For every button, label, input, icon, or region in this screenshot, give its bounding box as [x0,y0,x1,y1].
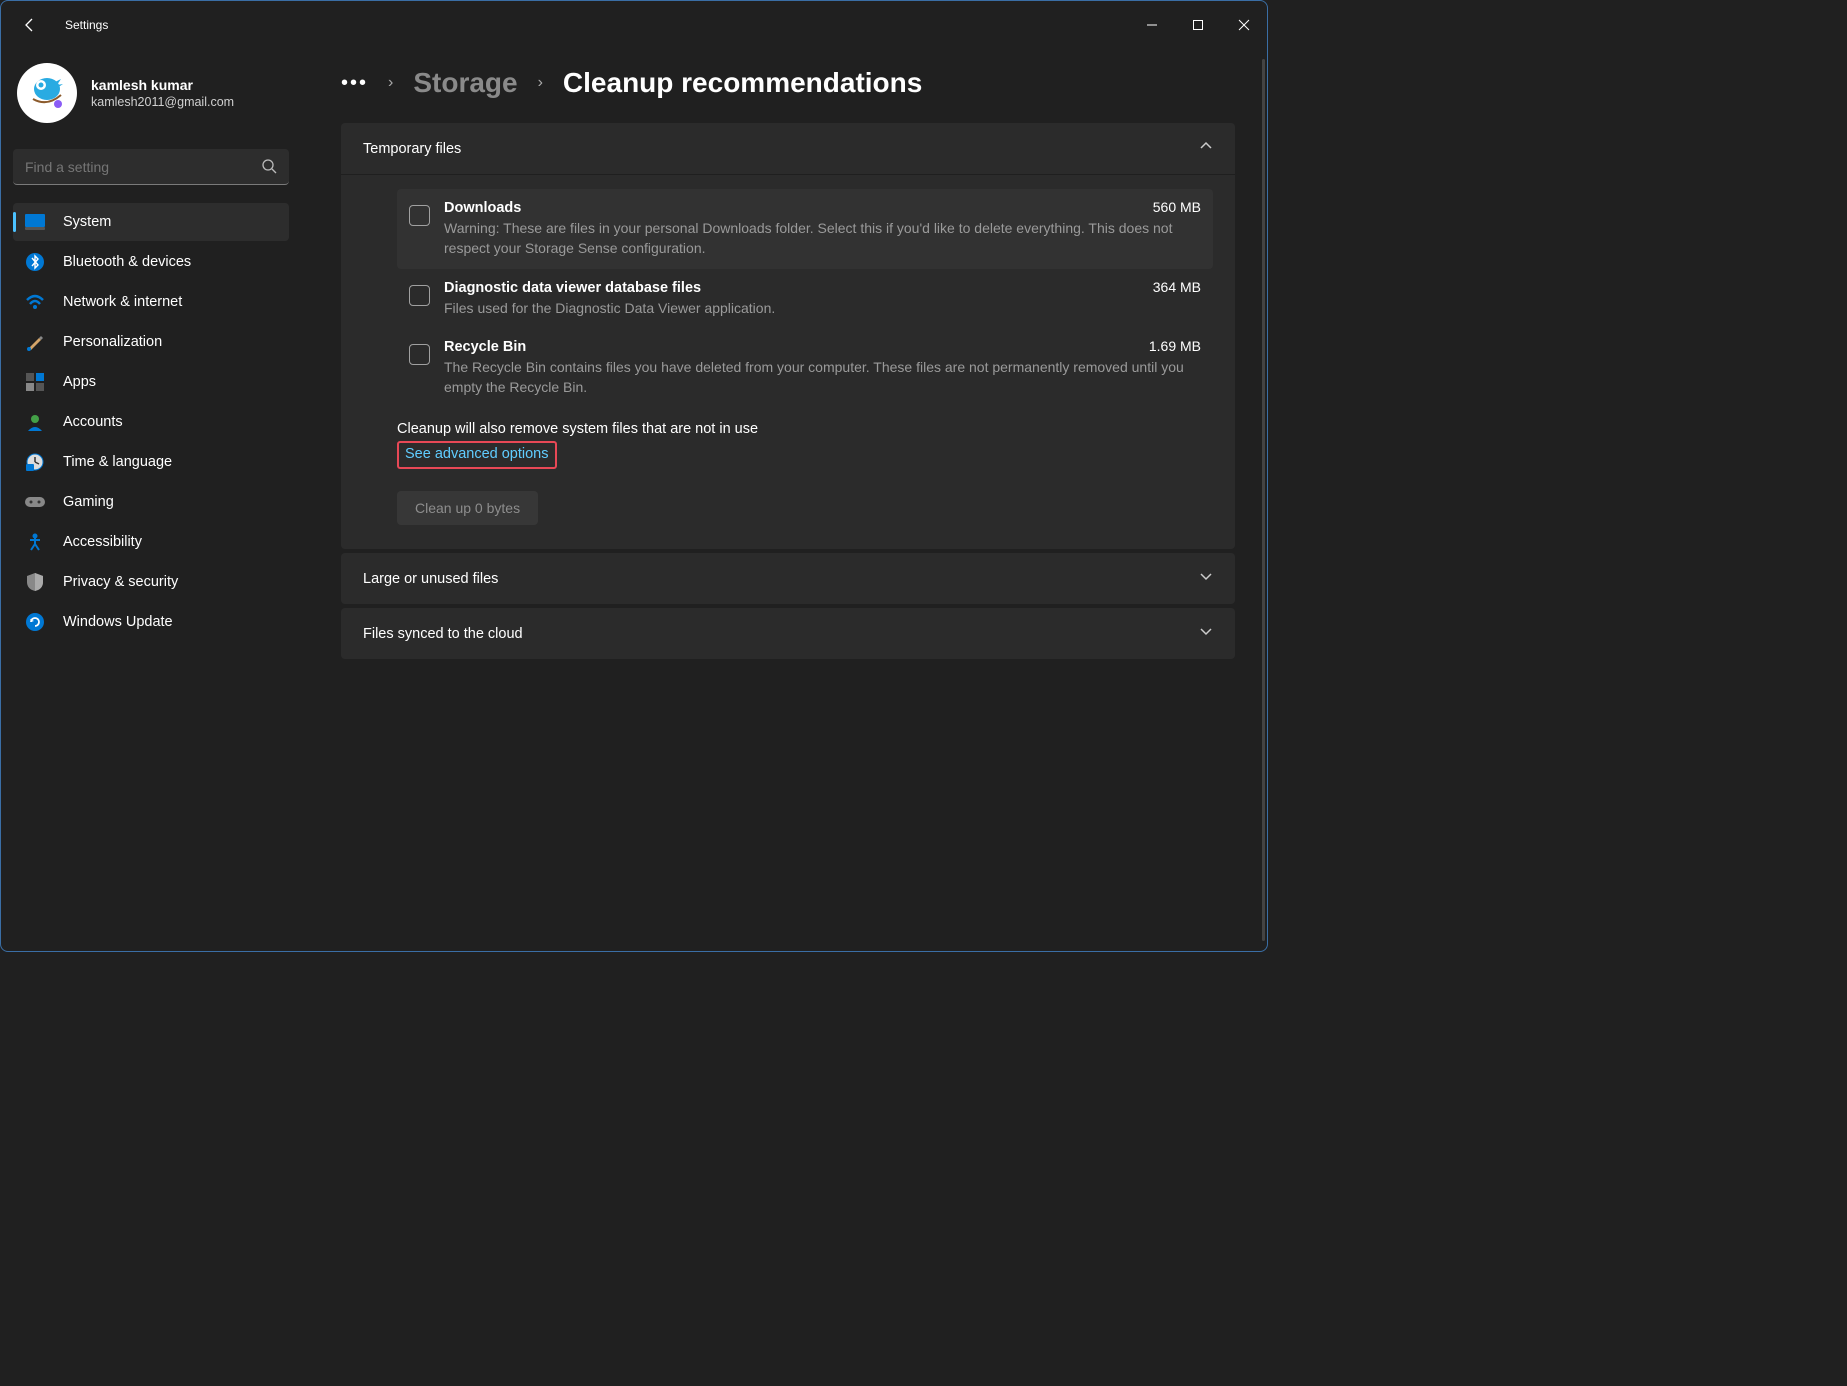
item-description: The Recycle Bin contains files you have … [444,357,1201,398]
update-icon [25,612,45,632]
panel-header-large-files[interactable]: Large or unused files [341,553,1235,604]
nav-label: System [63,214,111,230]
panel-temporary-files: Temporary files Downloads 560 MB Warning… [341,123,1235,549]
nav-label: Accessibility [63,534,142,550]
sidebar: kamlesh kumar kamlesh2011@gmail.com Syst… [1,49,301,951]
item-description: Files used for the Diagnostic Data Viewe… [444,298,1201,318]
avatar [17,63,77,123]
nav-item-accessibility[interactable]: Accessibility [13,523,289,561]
nav-label: Windows Update [63,614,173,630]
item-title: Downloads [444,200,521,216]
time-icon [25,452,45,472]
nav-label: Bluetooth & devices [63,254,191,270]
chevron-right-icon: › [538,74,543,92]
chevron-up-icon [1199,139,1213,158]
panel-title: Temporary files [363,141,461,157]
nav-item-personalization[interactable]: Personalization [13,323,289,361]
nav-item-update[interactable]: Windows Update [13,603,289,641]
nav-item-bluetooth[interactable]: Bluetooth & devices [13,243,289,281]
panel-header-temporary-files[interactable]: Temporary files [341,123,1235,175]
breadcrumb-parent[interactable]: Storage [413,67,517,99]
cleanup-note: Cleanup will also remove system files th… [397,421,1213,437]
apps-icon [25,372,45,392]
back-button[interactable] [21,16,39,34]
search-icon [261,158,277,179]
item-title: Recycle Bin [444,339,526,355]
panel-header-cloud-files[interactable]: Files synced to the cloud [341,608,1235,659]
profile-name: kamlesh kumar [91,77,234,93]
privacy-icon [25,572,45,592]
chevron-right-icon: › [388,74,393,92]
network-icon [25,292,45,312]
window-controls [1129,9,1267,41]
window-title: Settings [65,18,108,32]
panel-title: Large or unused files [363,571,498,587]
nav-label: Apps [63,374,96,390]
nav-label: Gaming [63,494,114,510]
breadcrumb-ellipsis[interactable]: ••• [341,72,368,95]
nav-label: Privacy & security [63,574,178,590]
profile-section[interactable]: kamlesh kumar kamlesh2011@gmail.com [13,57,289,141]
main-content: ••• › Storage › Cleanup recommendations … [301,49,1267,951]
chevron-down-icon [1199,569,1213,588]
nav-item-apps[interactable]: Apps [13,363,289,401]
nav-list: System Bluetooth & devices Network & int… [13,203,289,641]
item-description: Warning: These are files in your persona… [444,218,1201,259]
panel-title: Files synced to the cloud [363,626,523,642]
nav-label: Accounts [63,414,123,430]
minimize-button[interactable] [1129,9,1175,41]
nav-item-time[interactable]: Time & language [13,443,289,481]
panel-large-files: Large or unused files [341,553,1235,604]
maximize-button[interactable] [1175,9,1221,41]
nav-item-network[interactable]: Network & internet [13,283,289,321]
personalization-icon [25,332,45,352]
clean-up-button[interactable]: Clean up 0 bytes [397,491,538,525]
accessibility-icon [25,532,45,552]
scrollbar[interactable] [1262,59,1265,941]
item-title: Diagnostic data viewer database files [444,280,701,296]
system-icon [25,212,45,232]
page-title: Cleanup recommendations [563,67,922,99]
profile-email: kamlesh2011@gmail.com [91,95,234,109]
titlebar: Settings [1,1,1267,49]
search-input[interactable] [13,149,289,185]
see-advanced-options-link[interactable]: See advanced options [405,446,549,462]
bluetooth-icon [25,252,45,272]
nav-item-accounts[interactable]: Accounts [13,403,289,441]
nav-item-system[interactable]: System [13,203,289,241]
chevron-down-icon [1199,624,1213,643]
panel-cloud-files: Files synced to the cloud [341,608,1235,659]
breadcrumb: ••• › Storage › Cleanup recommendations [341,67,1235,99]
checkbox-downloads[interactable] [409,205,430,226]
nav-label: Network & internet [63,294,182,310]
item-size: 1.69 MB [1149,338,1201,354]
nav-item-gaming[interactable]: Gaming [13,483,289,521]
close-button[interactable] [1221,9,1267,41]
item-size: 364 MB [1153,279,1201,295]
highlighted-link-box: See advanced options [397,441,557,469]
nav-label: Time & language [63,454,172,470]
cleanup-item-downloads[interactable]: Downloads 560 MB Warning: These are file… [397,189,1213,269]
checkbox-diagnostic[interactable] [409,285,430,306]
gaming-icon [25,492,45,512]
checkbox-recyclebin[interactable] [409,344,430,365]
nav-item-privacy[interactable]: Privacy & security [13,563,289,601]
cleanup-item-recyclebin[interactable]: Recycle Bin 1.69 MB The Recycle Bin cont… [397,328,1213,408]
nav-label: Personalization [63,334,162,350]
item-size: 560 MB [1153,199,1201,215]
cleanup-item-diagnostic[interactable]: Diagnostic data viewer database files 36… [397,269,1213,328]
accounts-icon [25,412,45,432]
